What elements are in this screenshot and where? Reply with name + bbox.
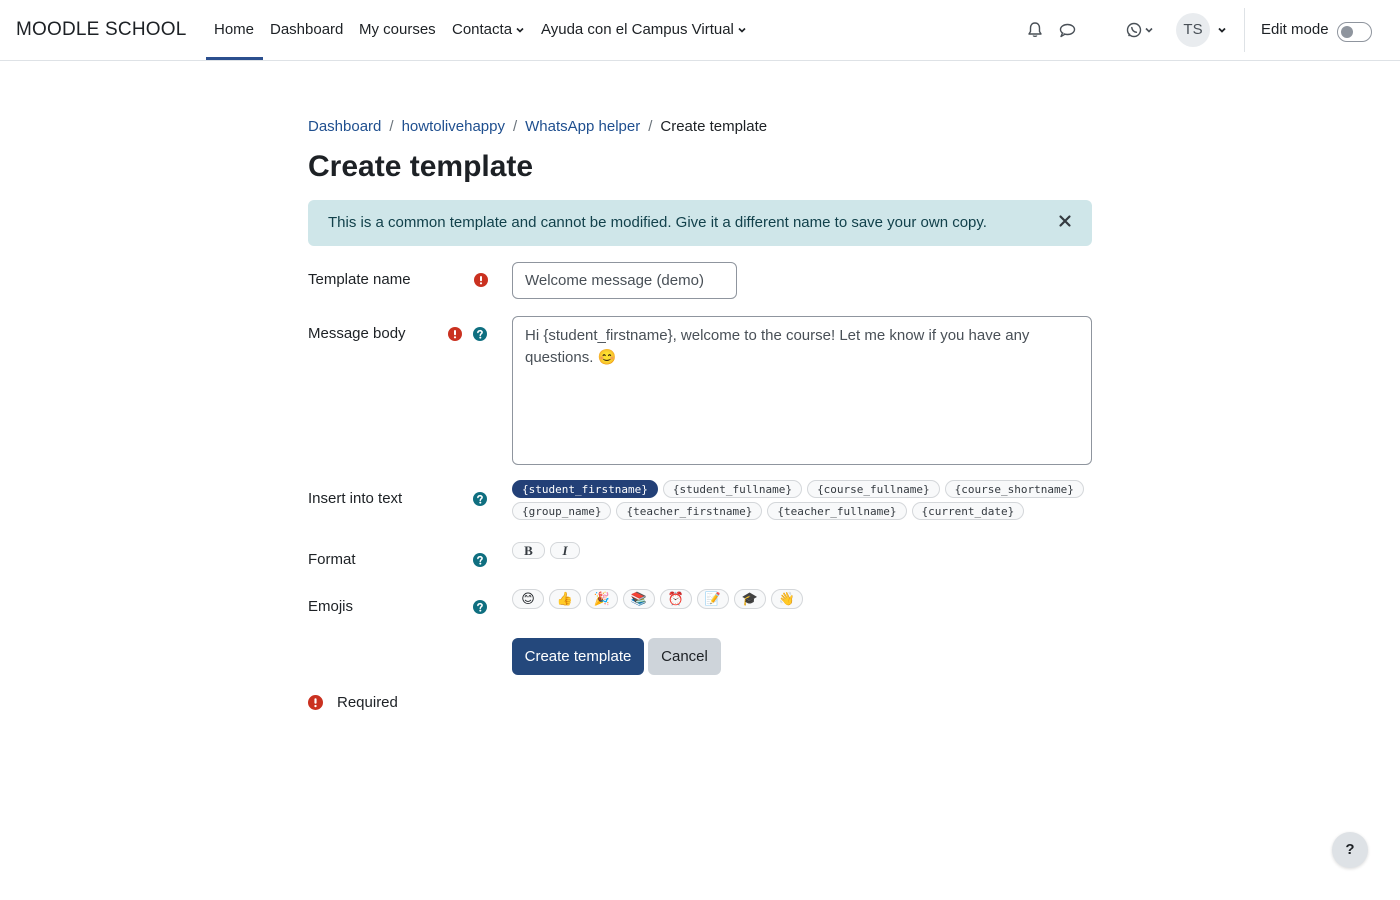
site-brand[interactable]: MOODLE SCHOOL (16, 19, 186, 41)
breadcrumb-course[interactable]: howtolivehappy (402, 118, 505, 135)
required-icon (474, 273, 488, 287)
placeholder-chip[interactable]: {teacher_firstname} (616, 502, 763, 520)
emoji-button[interactable]: 📝 (697, 589, 729, 609)
emojis-label: Emojis (308, 598, 354, 615)
close-icon[interactable] (1058, 214, 1074, 230)
nav-contacta-label: Contacta (452, 21, 513, 38)
template-name-input[interactable] (512, 262, 737, 299)
emoji-button[interactable]: ⏰ (660, 589, 692, 609)
toggle-knob (1341, 26, 1353, 38)
nav-ayuda[interactable]: Ayuda con el Campus Virtual (541, 21, 747, 38)
emoji-button[interactable]: 🎉 (586, 589, 618, 609)
breadcrumb-whatsapp-helper[interactable]: WhatsApp helper (525, 118, 640, 135)
edit-mode-toggle[interactable] (1337, 22, 1372, 42)
user-avatar[interactable]: TS (1176, 13, 1210, 47)
emoji-button[interactable]: 📚 (623, 589, 655, 609)
placeholder-chip[interactable]: {student_fullname} (662, 480, 803, 498)
template-name-label: Template name (308, 271, 411, 288)
alert-text: This is a common template and cannot be … (328, 214, 987, 231)
breadcrumb-dashboard[interactable]: Dashboard (308, 118, 381, 135)
required-legend: Required (337, 694, 398, 711)
placeholder-chip[interactable]: {teacher_fullname} (767, 502, 907, 520)
breadcrumb-separator: / (389, 118, 394, 135)
placeholder-chip[interactable]: {current_date} (911, 502, 1025, 520)
insert-into-text-label: Insert into text (308, 490, 403, 507)
navbar-divider (1244, 8, 1245, 52)
nav-my-courses[interactable]: My courses (359, 21, 436, 38)
help-icon[interactable] (473, 553, 487, 567)
nav-ayuda-label: Ayuda con el Campus Virtual (541, 21, 734, 38)
help-icon[interactable] (473, 600, 487, 614)
emoji-picker: 😊 👍 🎉 📚 ⏰ 📝 🎓 👋 (512, 589, 803, 609)
placeholder-chip[interactable]: {student_firstname} (512, 480, 658, 498)
whatsapp-icon[interactable] (1124, 20, 1144, 40)
italic-button[interactable]: I (550, 542, 580, 559)
emoji-button[interactable]: 🎓 (734, 589, 766, 609)
edit-mode-label: Edit mode (1261, 21, 1329, 38)
nav-home[interactable]: Home (205, 21, 264, 60)
chat-icon[interactable] (1057, 20, 1077, 40)
chevron-down-icon (515, 25, 525, 35)
emoji-button[interactable]: 👍 (549, 589, 581, 609)
chevron-down-icon[interactable] (1144, 25, 1154, 35)
help-fab-button[interactable]: ? (1332, 832, 1368, 868)
emoji-button[interactable]: 😊 (512, 589, 544, 609)
required-icon (308, 695, 323, 710)
breadcrumb-separator: / (512, 118, 518, 135)
required-icon (448, 327, 462, 341)
cancel-button[interactable]: Cancel (648, 638, 721, 675)
info-alert: This is a common template and cannot be … (308, 200, 1092, 246)
bell-icon[interactable] (1025, 20, 1045, 40)
breadcrumb-separator: / (648, 118, 653, 135)
help-icon[interactable] (473, 492, 487, 506)
placeholder-chip[interactable]: {course_fullname} (807, 480, 940, 498)
emoji-button[interactable]: 👋 (771, 589, 803, 609)
format-label: Format (308, 551, 356, 568)
page-title: Create template (308, 150, 534, 183)
help-icon[interactable] (473, 327, 487, 341)
bold-button[interactable]: B (512, 542, 545, 559)
breadcrumb: Dashboard / howtolivehappy / WhatsApp helper… (308, 118, 767, 135)
chevron-down-icon (737, 25, 747, 35)
chevron-down-icon[interactable] (1217, 25, 1227, 35)
top-navbar: MOODLE SCHOOL Home Dashboard My courses … (0, 0, 1400, 61)
nav-dashboard[interactable]: Dashboard (270, 21, 343, 38)
create-template-button[interactable]: Create template (512, 638, 644, 675)
placeholder-chip[interactable]: {course_shortname} (944, 480, 1084, 498)
nav-contacta[interactable]: Contacta (452, 21, 525, 38)
message-body-label: Message body (308, 325, 406, 342)
placeholder-chips: {student_firstname} {student_fullname} {… (512, 480, 1096, 520)
message-body-textarea[interactable]: Hi {student_firstname}, welcome to the c… (512, 316, 1092, 465)
breadcrumb-current: Create template (660, 118, 768, 135)
placeholder-chip[interactable]: {group_name} (512, 502, 612, 520)
